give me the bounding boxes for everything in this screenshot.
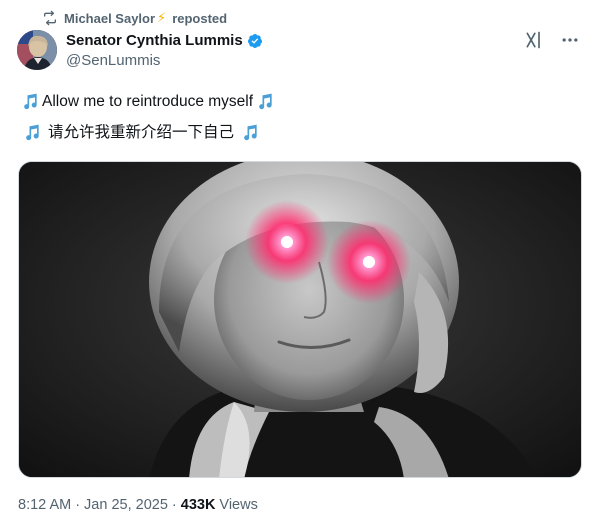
author-name[interactable]: Senator Cynthia Lummis	[66, 32, 243, 49]
reposter-name-text: Michael Saylor	[64, 10, 156, 26]
meta-separator: ·	[171, 497, 177, 513]
musical-notes-icon	[259, 93, 272, 109]
repost-icon	[44, 10, 56, 26]
tweet-time[interactable]: 8:12 AM	[18, 497, 71, 513]
tweet-text: Allow me to reintroduce myself 请允许我重新介绍一…	[18, 88, 578, 146]
tweet-line1-text: Allow me to reintroduce myself	[42, 93, 254, 110]
tweet-media-image[interactable]	[18, 161, 582, 478]
tweet-meta: 8:12 AM · Jan 25, 2025 · 433K Views	[18, 497, 258, 513]
tweet-line-english: Allow me to reintroduce myself	[18, 88, 578, 115]
avatar-image	[17, 30, 57, 70]
verified-badge-icon	[247, 33, 262, 48]
lightning-emoji-icon: ⚡	[157, 10, 167, 25]
musical-notes-icon	[244, 124, 257, 140]
avatar[interactable]	[17, 30, 57, 70]
author-handle[interactable]: @SenLummis	[66, 52, 263, 69]
author-name-row[interactable]: Senator Cynthia Lummis	[66, 32, 263, 49]
musical-notes-icon	[26, 124, 39, 140]
repost-header[interactable]: Michael Saylor ⚡ reposted	[42, 9, 227, 27]
tweet-line-chinese: 请允许我重新介绍一下自己	[18, 119, 578, 146]
tweet-line2-text: 请允许我重新介绍一下自己	[48, 124, 235, 141]
reposter-name[interactable]: Michael Saylor ⚡	[64, 10, 166, 26]
tweet-top-actions	[524, 30, 580, 50]
tweet-date[interactable]: Jan 25, 2025	[84, 497, 168, 513]
repost-label: reposted	[172, 10, 228, 26]
portrait-laser-eyes-image	[19, 162, 581, 477]
views-label: Views	[219, 497, 258, 513]
grok-icon[interactable]	[524, 30, 544, 50]
views-count: 433K	[180, 497, 216, 513]
musical-notes-icon	[24, 93, 37, 109]
more-options-icon[interactable]	[560, 30, 580, 50]
author-block: Senator Cynthia Lummis @SenLummis	[66, 32, 263, 69]
meta-separator: ·	[75, 497, 81, 513]
